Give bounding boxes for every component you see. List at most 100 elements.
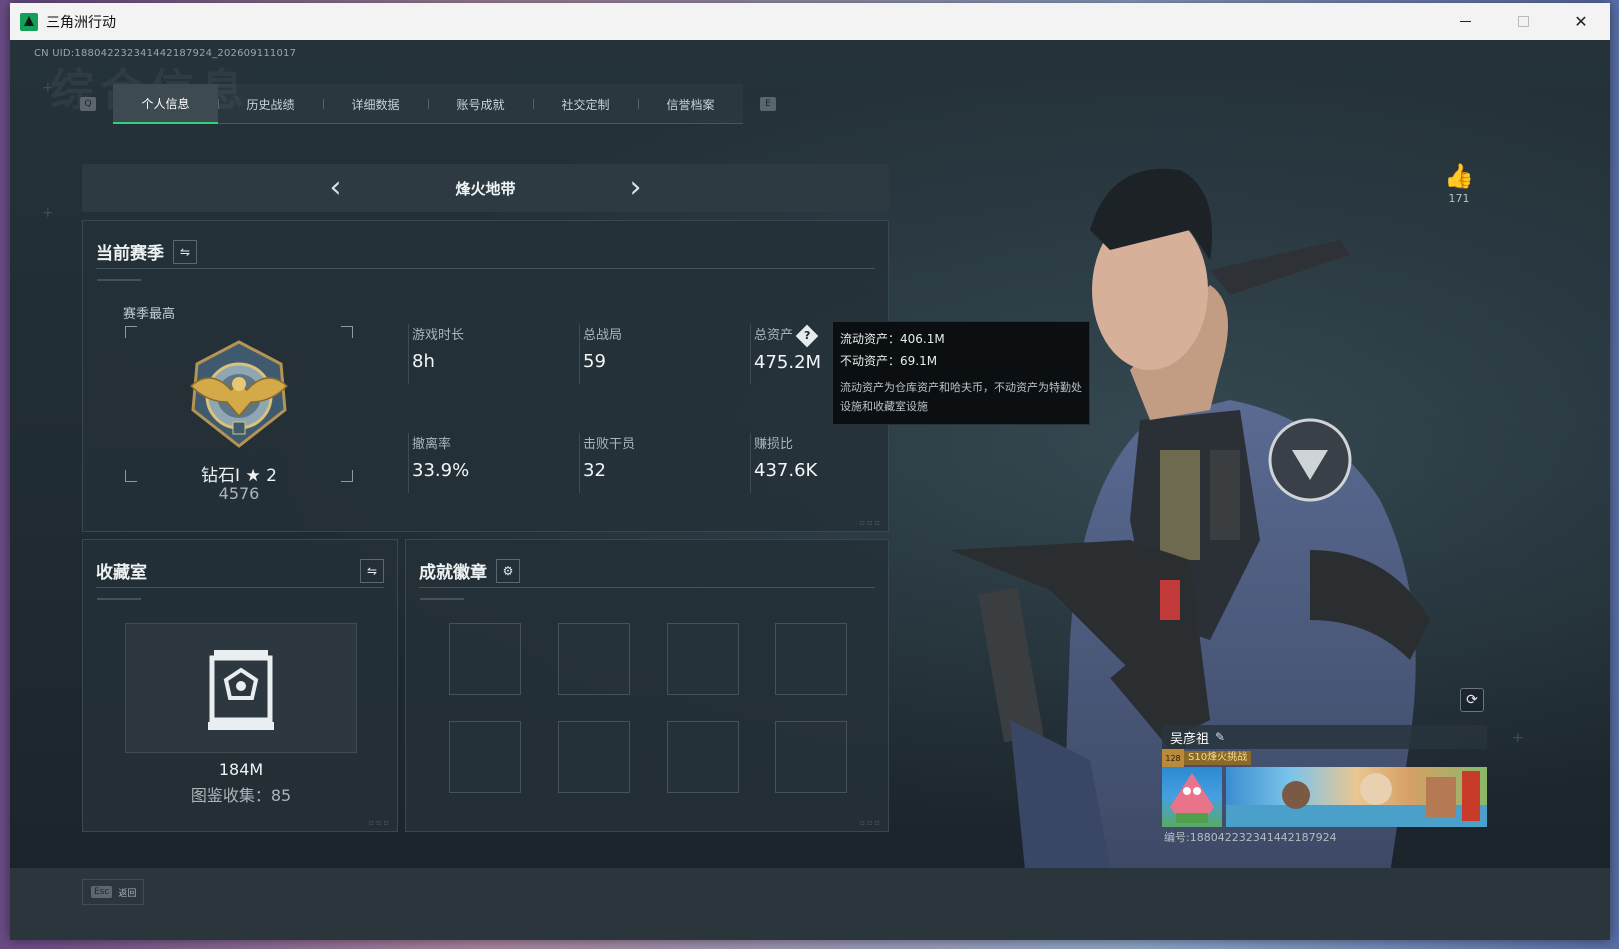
frame-corner xyxy=(341,326,353,338)
tab-history[interactable]: 历史战绩 xyxy=(218,84,323,124)
maximize-icon xyxy=(1517,16,1529,27)
chevron-left-icon[interactable]: ‹ xyxy=(315,164,355,212)
game-window: 三角洲行动 ✕ 综合信息 CN UID:18804223234144218792… xyxy=(10,3,1610,940)
window-controls: ✕ xyxy=(1436,3,1610,40)
collection-panel-header: 收藏室 ⇋ xyxy=(96,554,384,588)
achievement-slot[interactable] xyxy=(558,721,630,793)
card-banner xyxy=(1226,767,1487,827)
tab-bar: Q 个人信息 历史战绩 详细数据 账号成就 社交定制 信誉档案 E xyxy=(80,84,776,124)
player-name: 吴彦祖 xyxy=(1170,731,1210,747)
achievement-settings-button[interactable]: ⚙ xyxy=(496,558,520,583)
tooltip-fixed-assets: 不动资产：69.1M xyxy=(840,354,938,368)
season-panel: 当前赛季 ⇋ 赛季最高 钻石Ⅰ ★ 2 4576 游戏时长 8h 总战局 59 … xyxy=(82,220,889,532)
card-uid: 编号:18804223234144218792​4 xyxy=(1164,831,1337,844)
rank-badge-icon xyxy=(189,340,289,448)
achievement-slot[interactable] xyxy=(558,623,630,695)
bottom-bar: Esc 返回 xyxy=(10,868,1610,940)
divider xyxy=(97,279,141,281)
main-content: 综合信息 CN UID:18804223234144218792​4_20260… xyxy=(10,40,1610,940)
stat-label: 击败干员 xyxy=(583,437,636,452)
corner-deco: ▫▫▫ xyxy=(368,818,391,827)
frame-corner xyxy=(125,326,137,338)
plus-deco-icon: + xyxy=(42,205,54,221)
refresh-button[interactable]: ⟳ xyxy=(1460,688,1484,712)
tab-personal-info[interactable]: 个人信息 xyxy=(113,84,218,124)
achievement-slot[interactable] xyxy=(449,623,521,695)
edit-icon[interactable]: ✎ xyxy=(1215,730,1225,744)
season-title: 当前赛季 xyxy=(96,244,164,264)
stat-operators-defeated: 击败干员 32 xyxy=(579,433,739,493)
collection-count: 图鉴收集：85 xyxy=(190,786,292,805)
season-panel-header: 当前赛季 ⇋ xyxy=(96,235,875,269)
plus-deco-icon: + xyxy=(42,80,54,96)
stat-value: 59 xyxy=(583,351,606,372)
close-button[interactable]: ✕ xyxy=(1552,3,1610,40)
back-label: 返回 xyxy=(118,888,137,899)
plus-deco-icon: + xyxy=(1512,730,1524,746)
avatar[interactable] xyxy=(1162,767,1222,827)
tabs: 个人信息 历史战绩 详细数据 账号成就 社交定制 信誉档案 xyxy=(113,84,743,124)
stat-label: 游戏时长 xyxy=(412,328,465,343)
achievement-panel-header: 成就徽章 ⚙ xyxy=(419,554,875,588)
banner-image xyxy=(1226,771,1487,827)
tab-social[interactable]: 社交定制 xyxy=(533,84,638,124)
maximize-button[interactable] xyxy=(1494,3,1552,40)
tab-credit[interactable]: 信誉档案 xyxy=(638,84,743,124)
achievement-slot[interactable] xyxy=(667,721,739,793)
gear-icon: ⚙ xyxy=(502,563,514,578)
back-button[interactable]: Esc 返回 xyxy=(82,879,144,905)
stat-label: 赚损比 xyxy=(754,437,794,452)
season-tag: S10烽火挑战 xyxy=(1184,751,1252,765)
achievement-slot[interactable] xyxy=(775,623,847,695)
showcase-icon xyxy=(208,650,274,730)
card-header: 吴彦祖 ✎ xyxy=(1162,725,1487,749)
rank-name: 钻石Ⅰ ★ 2 xyxy=(201,466,277,486)
stat-label: 总战局 xyxy=(583,328,623,343)
tab-achievements[interactable]: 账号成就 xyxy=(428,84,533,124)
help-icon[interactable]: ? xyxy=(795,324,819,348)
stat-value: 33.9% xyxy=(412,460,470,481)
player-uid: CN UID:18804223234144218792​4_2026091110… xyxy=(34,48,297,59)
achievement-panel: 成就徽章 ⚙ ▫▫▫ xyxy=(405,539,889,832)
mode-selector: ‹ 烽火地带 › xyxy=(82,164,889,212)
title-bar: 三角洲行动 ✕ xyxy=(10,3,1610,40)
divider xyxy=(97,598,141,600)
swap-icon: ⇋ xyxy=(179,244,191,259)
avatar-image xyxy=(1170,773,1214,823)
card-badge: 128 S10烽火挑战 xyxy=(1162,749,1252,767)
prev-tab-key[interactable]: Q xyxy=(80,97,96,111)
collection-value: 184M xyxy=(218,760,264,779)
level-badge: 128 xyxy=(1162,749,1184,767)
window-title: 三角洲行动 xyxy=(46,14,116,31)
achievement-slot[interactable] xyxy=(775,721,847,793)
tooltip-liquid-assets: 流动资产：406.1M xyxy=(840,332,945,346)
esc-key: Esc xyxy=(91,886,113,898)
stat-label-text: 总资产 xyxy=(754,328,794,343)
rank-score: 4576 xyxy=(218,484,260,503)
next-tab-key[interactable]: E xyxy=(760,97,776,111)
stat-profit-ratio: 赚损比 437.6K xyxy=(750,433,880,493)
chevron-right-icon[interactable]: › xyxy=(616,164,656,212)
like-widget[interactable]: 👍 171 xyxy=(1434,162,1484,205)
stat-value: 8h xyxy=(412,351,435,372)
corner-deco: ▫▫▫ xyxy=(859,518,882,527)
like-count: 171 xyxy=(1448,192,1470,205)
collection-panel: 收藏室 ⇋ 184M 图鉴收集：85 ▫▫▫ xyxy=(82,539,398,832)
close-icon: ✕ xyxy=(1574,12,1588,31)
stat-play-time: 游戏时长 8h xyxy=(408,324,568,384)
swap-season-button[interactable]: ⇋ xyxy=(173,239,197,264)
corner-deco: ▫▫▫ xyxy=(859,818,882,827)
achievement-slot[interactable] xyxy=(667,623,739,695)
minimize-button[interactable] xyxy=(1436,3,1494,40)
app-logo-icon xyxy=(20,12,38,31)
stat-total-matches: 总战局 59 xyxy=(579,324,739,384)
achievement-slot[interactable] xyxy=(449,721,521,793)
stat-extraction-rate: 撤离率 33.9% xyxy=(408,433,568,493)
achievement-title: 成就徽章 xyxy=(419,563,487,583)
thumbs-up-icon[interactable]: 👍 xyxy=(1434,162,1484,190)
season-best-label: 赛季最高 xyxy=(123,307,176,322)
swap-collection-button[interactable]: ⇋ xyxy=(360,558,384,583)
tab-detailed-data[interactable]: 详细数据 xyxy=(323,84,428,124)
player-card: 吴彦祖 ✎ 128 S10烽火挑战 编号:1880422323414421879… xyxy=(1162,725,1487,844)
tooltip-description: 流动资产为仓库资产和哈夫币，不动资产为特勤处设施和收藏室设施 xyxy=(840,381,1082,413)
